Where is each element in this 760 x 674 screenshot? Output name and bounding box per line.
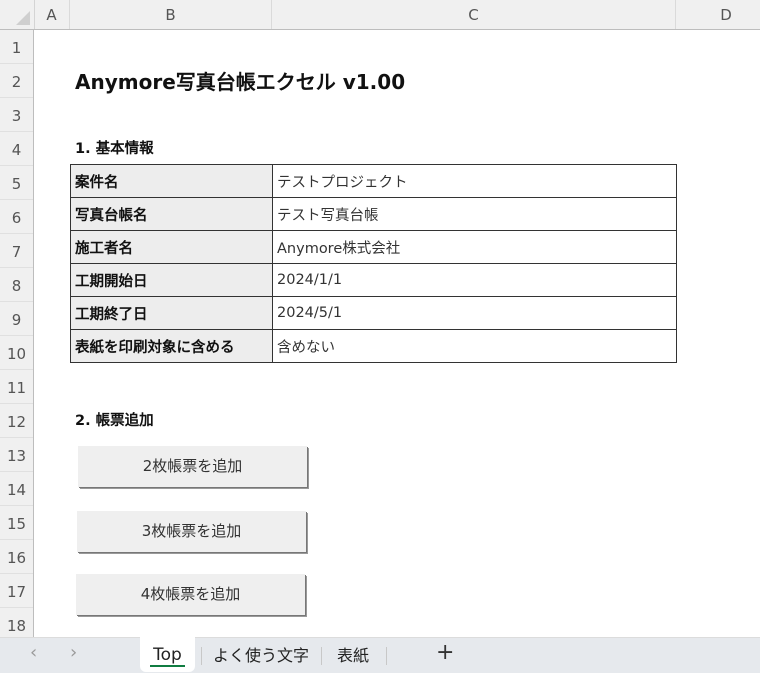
row-header[interactable]: 6 xyxy=(0,200,33,234)
table-row: 工期開始日 2024/1/1 xyxy=(70,263,677,297)
column-header-b[interactable]: B xyxy=(70,0,272,29)
info-label[interactable]: 表紙を印刷対象に含める xyxy=(70,329,273,363)
info-value-start-date[interactable]: 2024/1/1 xyxy=(272,263,677,297)
section-heading-add-form: 2. 帳票追加 xyxy=(75,413,154,429)
row-header[interactable]: 14 xyxy=(0,472,33,506)
row-header[interactable]: 9 xyxy=(0,302,33,336)
info-label[interactable]: 工期開始日 xyxy=(70,263,273,297)
table-row: 案件名 テストプロジェクト xyxy=(70,164,677,198)
row-header[interactable]: 4 xyxy=(0,132,33,166)
row-header[interactable]: 12 xyxy=(0,404,33,438)
sheet-tab-label: Top xyxy=(153,645,182,665)
row-header[interactable]: 16 xyxy=(0,540,33,574)
add-3-sheet-form-button[interactable]: 3枚帳票を追加 xyxy=(77,511,306,552)
sheet-title: Anymore写真台帳エクセル v1.00 xyxy=(75,70,406,94)
row-header[interactable]: 3 xyxy=(0,98,33,132)
tab-separator xyxy=(386,647,387,665)
sheet-tab-common-chars[interactable]: よく使う文字 xyxy=(207,638,315,672)
info-value-project-name[interactable]: テストプロジェクト xyxy=(272,164,677,198)
section-heading-basic-info: 1. 基本情報 xyxy=(75,141,154,157)
tab-separator xyxy=(321,647,322,665)
tab-separator xyxy=(201,647,202,665)
sheet-tab-cover[interactable]: 表紙 xyxy=(327,638,379,672)
row-header[interactable]: 15 xyxy=(0,506,33,540)
info-value-include-cover[interactable]: 含めない xyxy=(272,329,677,363)
column-header-c[interactable]: C xyxy=(272,0,676,29)
table-row: 写真台帳名 テスト写真台帳 xyxy=(70,197,677,231)
row-header[interactable]: 17 xyxy=(0,574,33,608)
row-header[interactable]: 7 xyxy=(0,234,33,268)
select-all-corner[interactable] xyxy=(0,0,35,29)
info-value-end-date[interactable]: 2024/5/1 xyxy=(272,296,677,330)
row-header[interactable]: 13 xyxy=(0,438,33,472)
info-value-ledger-name[interactable]: テスト写真台帳 xyxy=(272,197,677,231)
table-row: 工期終了日 2024/5/1 xyxy=(70,296,677,330)
info-label[interactable]: 施工者名 xyxy=(70,230,273,264)
chevron-left-icon[interactable]: ‹ xyxy=(30,642,37,663)
column-header-bar: A B C D xyxy=(0,0,760,30)
active-tab-underline xyxy=(150,665,185,667)
table-row: 表紙を印刷対象に含める 含めない xyxy=(70,329,677,363)
add-2-sheet-form-button[interactable]: 2枚帳票を追加 xyxy=(78,446,307,487)
info-label[interactable]: 写真台帳名 xyxy=(70,197,273,231)
row-header-bar: 1 2 3 4 5 6 7 8 9 10 11 12 13 14 15 16 1… xyxy=(0,30,34,642)
row-header[interactable]: 8 xyxy=(0,268,33,302)
column-header-a[interactable]: A xyxy=(34,0,70,29)
table-row: 施工者名 Anymore株式会社 xyxy=(70,230,677,264)
info-label[interactable]: 案件名 xyxy=(70,164,273,198)
info-label[interactable]: 工期終了日 xyxy=(70,296,273,330)
chevron-right-icon[interactable]: › xyxy=(70,642,77,663)
sheet-tab-top[interactable]: Top xyxy=(140,637,195,672)
basic-info-table: 案件名 テストプロジェクト 写真台帳名 テスト写真台帳 施工者名 Anymore… xyxy=(70,164,677,363)
column-header-d[interactable]: D xyxy=(676,0,760,29)
info-value-contractor[interactable]: Anymore株式会社 xyxy=(272,230,677,264)
row-header[interactable]: 1 xyxy=(0,30,33,64)
sheet-tab-bar: ‹ › Top よく使う文字 表紙 + xyxy=(0,637,760,673)
add-sheet-icon[interactable]: + xyxy=(436,640,454,665)
row-header[interactable]: 11 xyxy=(0,370,33,404)
row-header[interactable]: 10 xyxy=(0,336,33,370)
add-4-sheet-form-button[interactable]: 4枚帳票を追加 xyxy=(76,574,305,615)
row-header[interactable]: 5 xyxy=(0,166,33,200)
row-header[interactable]: 2 xyxy=(0,64,33,98)
